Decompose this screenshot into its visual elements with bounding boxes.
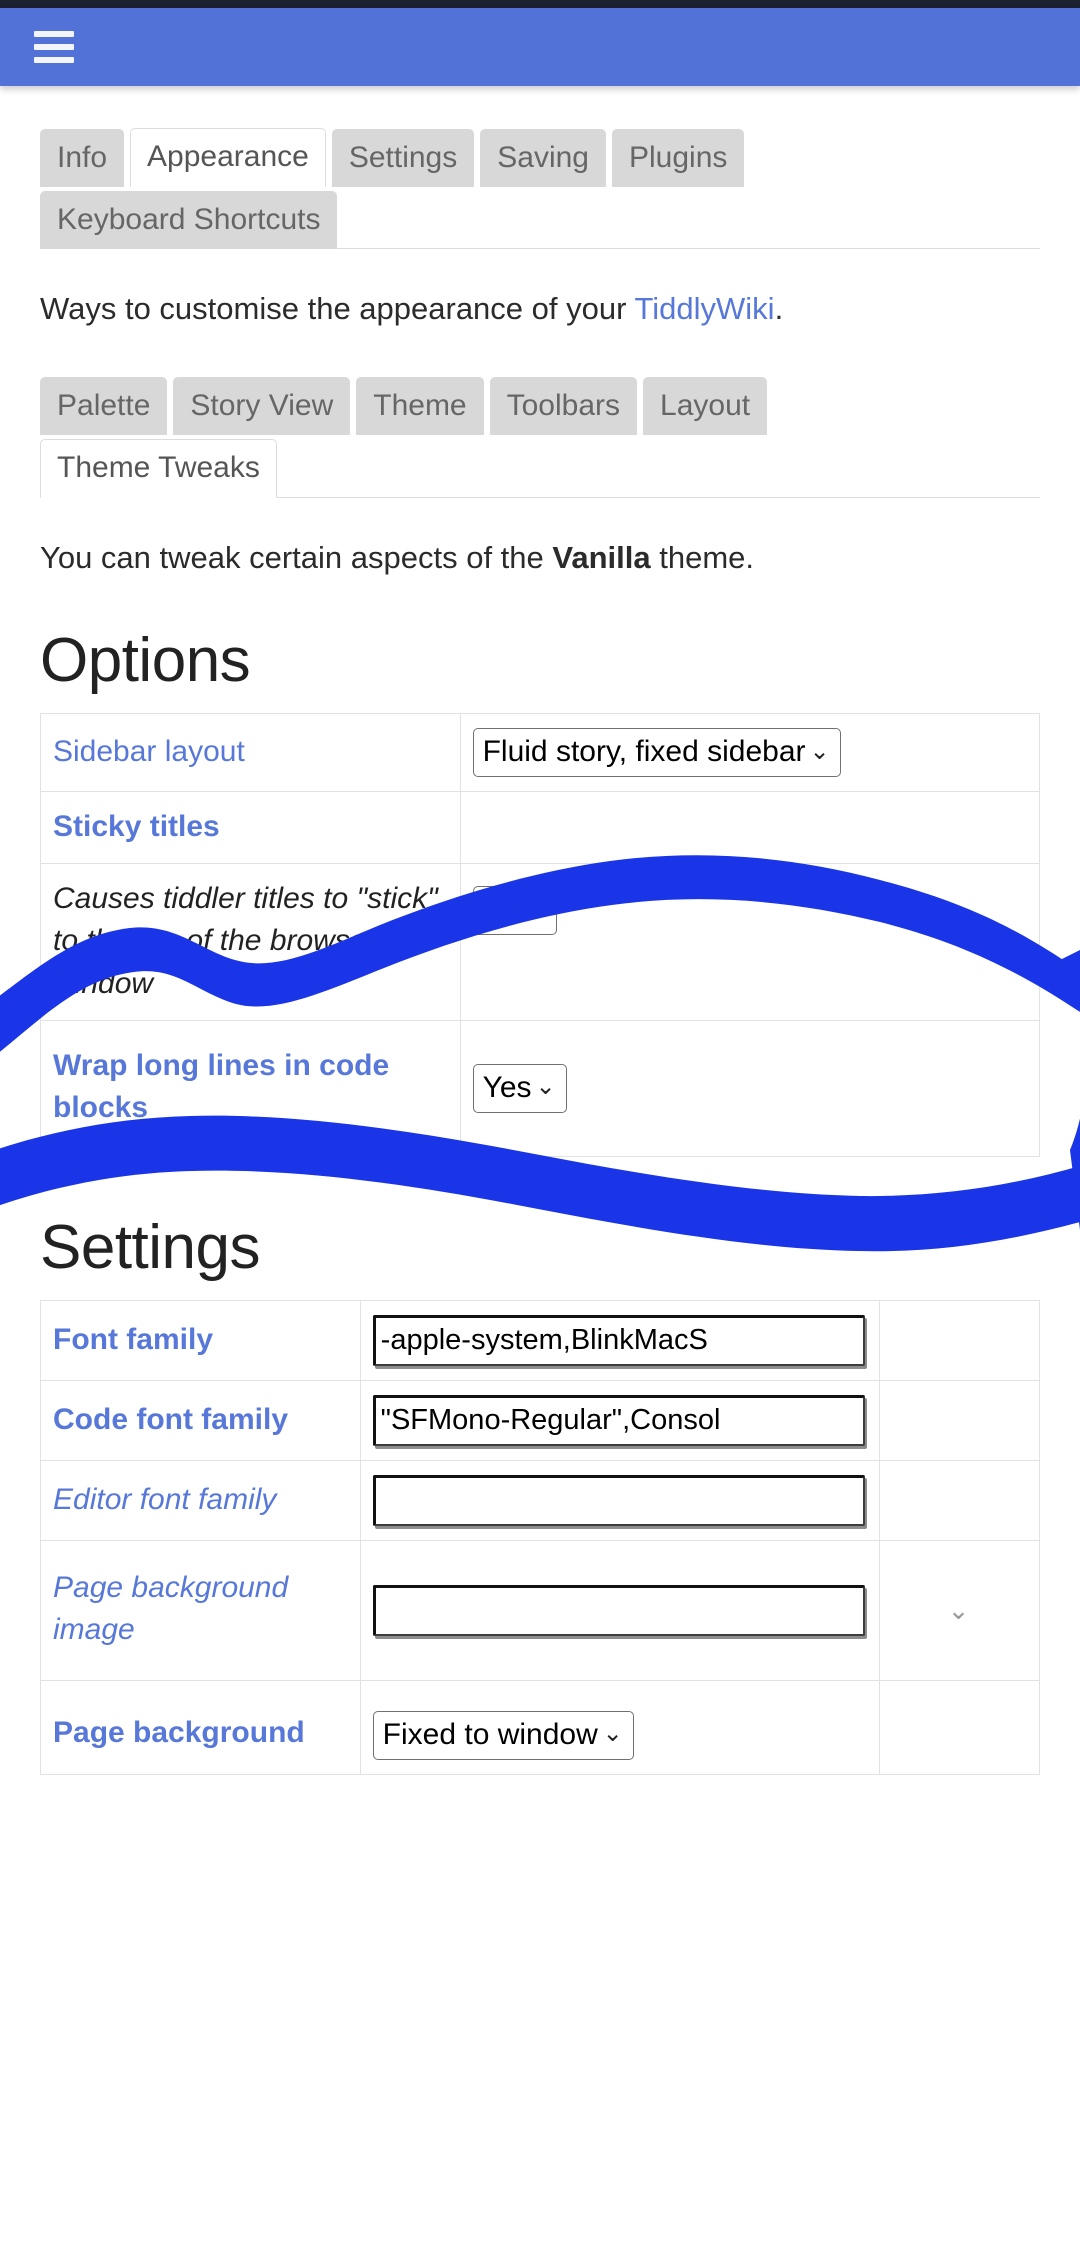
setting-label-cell: Font family — [40, 1299, 361, 1381]
tweaks-text-after: theme. — [650, 540, 755, 576]
option-label-cell: Wrap long lines in code blocks — [40, 1019, 461, 1157]
setting-extra-cell — [879, 1459, 1040, 1541]
option-control-cell: No ⌄ — [459, 862, 1041, 1021]
sidebar-layout-select-wrap: Fluid story, fixed sidebar ⌄ — [472, 728, 841, 778]
wrap-long-lines-label[interactable]: Wrap long lines in code blocks — [53, 1049, 389, 1125]
font-family-input[interactable] — [372, 1314, 866, 1366]
sticky-titles-description: Causes tiddler titles to "stick" to the … — [53, 881, 438, 1000]
page-background-image-label[interactable]: Page background image — [53, 1571, 288, 1647]
setting-control-cell: Fixed to window ⌄ — [359, 1679, 881, 1775]
option-label-cell: Sidebar layout — [40, 713, 461, 793]
table-row: Editor font family — [40, 1459, 1040, 1541]
tiddlywiki-link[interactable]: TiddlyWiki — [634, 291, 774, 326]
tab-palette[interactable]: Palette — [40, 377, 168, 436]
table-row: Font family — [40, 1299, 1040, 1381]
tab-theme[interactable]: Theme — [356, 377, 484, 436]
option-label-cell: Sticky titles — [40, 791, 461, 864]
option-label-cell: Causes tiddler titles to "stick" to the … — [40, 862, 461, 1021]
settings-heading: Settings — [40, 1212, 261, 1282]
setting-label-cell: Code font family — [40, 1379, 361, 1461]
setting-extra-cell — [879, 1679, 1040, 1775]
page-background-image-input[interactable] — [372, 1584, 866, 1636]
table-row: Sidebar layout Fluid story, fixed sideba… — [40, 713, 1041, 793]
tweaks-text-before: You can tweak certain aspects of the — [40, 540, 553, 576]
sidebar-layout-select[interactable]: Fluid story, fixed sidebar — [472, 728, 841, 778]
setting-control-cell — [359, 1459, 881, 1541]
page-background-label[interactable]: Page background — [53, 1716, 305, 1749]
sticky-titles-select-wrap: No ⌄ — [472, 885, 557, 935]
sidebar-layout-label[interactable]: Sidebar layout — [53, 735, 245, 768]
option-control-cell: Fluid story, fixed sidebar ⌄ — [459, 713, 1041, 793]
appearance-intro-text: Ways to customise the appearance of your… — [40, 287, 1040, 331]
theme-tweaks-intro-text: You can tweak certain aspects of the Van… — [40, 536, 1040, 580]
intro-text-after: . — [774, 291, 784, 326]
code-font-family-label[interactable]: Code font family — [53, 1403, 288, 1436]
table-row: Causes tiddler titles to "stick" to the … — [40, 862, 1041, 1021]
table-row: Code font family — [40, 1379, 1040, 1461]
wrap-long-lines-select-wrap: Yes ⌄ — [472, 1063, 567, 1113]
page-background-select-wrap: Fixed to window ⌄ — [372, 1710, 634, 1760]
intro-text-before: Ways to customise the appearance of your — [40, 291, 635, 326]
tab-settings[interactable]: Settings — [331, 129, 475, 187]
setting-label-cell: Page background — [40, 1679, 361, 1775]
setting-control-cell — [359, 1379, 881, 1461]
app-root: Info Appearance Settings Saving Plugins Keyb… — [0, 0, 1080, 2265]
editor-font-family-input[interactable] — [372, 1474, 866, 1526]
tab-story-view[interactable]: Story View — [173, 377, 351, 436]
secondary-tab-bar: Palette Story View Theme Toolbars Layout The… — [40, 377, 1040, 499]
option-control-cell: Yes ⌄ — [459, 1019, 1041, 1157]
tab-keyboard-shortcuts[interactable]: Keyboard Shortcuts — [40, 191, 338, 249]
vanilla-theme-name: Vanilla — [552, 540, 651, 576]
sticky-titles-select[interactable]: No — [472, 885, 557, 935]
setting-extra-cell — [879, 1299, 1040, 1381]
chevron-down-icon[interactable]: ⌄ — [892, 1597, 1025, 1623]
table-row: Wrap long lines in code blocks Yes ⌄ — [40, 1019, 1041, 1157]
setting-control-cell — [359, 1299, 881, 1381]
status-bar-strip — [0, 0, 1080, 8]
setting-label-cell: Page background image — [40, 1539, 361, 1681]
settings-table: Font family Code font family — [40, 1299, 1040, 1775]
tab-theme-tweaks[interactable]: Theme Tweaks — [40, 439, 277, 499]
font-family-label[interactable]: Font family — [53, 1323, 213, 1356]
sticky-titles-label[interactable]: Sticky titles — [53, 810, 220, 843]
tab-saving[interactable]: Saving — [480, 129, 606, 187]
editor-font-family-label[interactable]: Editor font family — [53, 1483, 276, 1516]
table-row: Sticky titles — [40, 791, 1041, 864]
wrap-long-lines-select[interactable]: Yes — [472, 1063, 567, 1113]
app-header-bar — [0, 8, 1080, 86]
setting-control-cell — [359, 1539, 881, 1681]
tab-toolbars[interactable]: Toolbars — [489, 377, 638, 436]
table-row: Page background Fixed to window ⌄ — [40, 1679, 1040, 1775]
code-font-family-input[interactable] — [372, 1394, 866, 1446]
tab-appearance[interactable]: Appearance — [130, 128, 326, 187]
tab-layout[interactable]: Layout — [643, 377, 768, 436]
setting-extra-cell: ⌄ — [879, 1539, 1040, 1681]
options-table: Sidebar layout Fluid story, fixed sideba… — [40, 713, 1041, 1157]
page-content: Info Appearance Settings Saving Plugins Keyb… — [0, 86, 1080, 1775]
tab-plugins[interactable]: Plugins — [611, 129, 745, 187]
table-row: Page background image ⌄ — [40, 1539, 1040, 1681]
option-control-cell — [459, 791, 1041, 864]
setting-label-cell: Editor font family — [40, 1459, 361, 1541]
tab-info[interactable]: Info — [40, 129, 125, 187]
hamburger-menu-icon[interactable] — [34, 31, 74, 63]
setting-extra-cell — [879, 1379, 1040, 1461]
options-heading: Options — [40, 626, 251, 696]
primary-tab-bar: Info Appearance Settings Saving Plugins Keyb… — [40, 128, 1040, 249]
page-background-select[interactable]: Fixed to window — [372, 1710, 634, 1760]
